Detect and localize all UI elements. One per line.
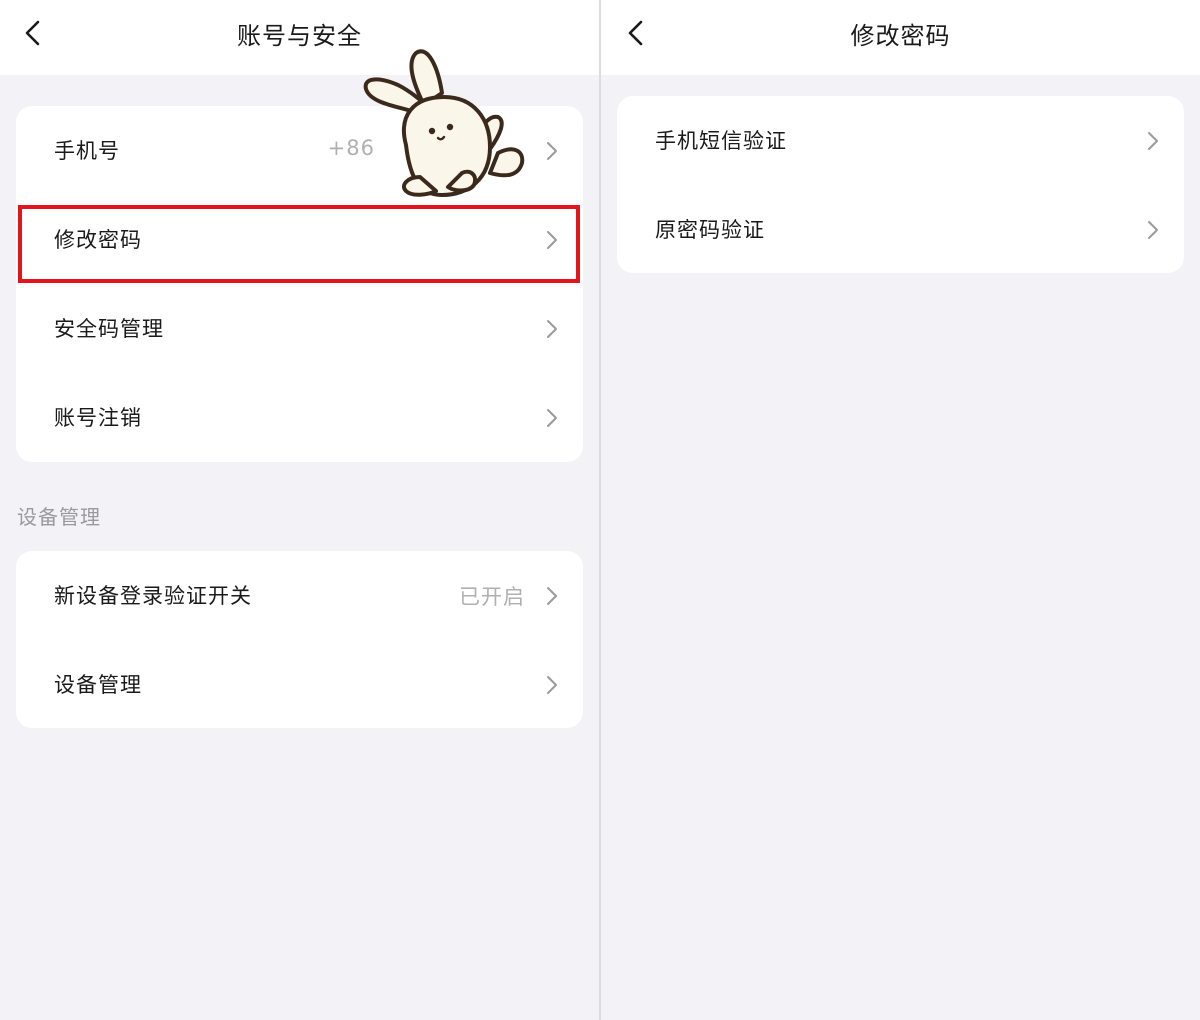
bunny-sticker-icon xyxy=(363,49,525,197)
row-label: 手机短信验证 xyxy=(655,129,787,153)
chevron-right-icon xyxy=(547,676,557,694)
chevron-right-icon xyxy=(547,320,557,338)
row-change-password[interactable]: 修改密码 xyxy=(16,195,583,284)
device-settings-card: 新设备登录验证开关 已开启 设备管理 xyxy=(16,551,583,728)
account-security-screen: 账号与安全 手机号 +86 修改密码 安全码管理 账号注销 设备管理 新设备登录… xyxy=(0,0,599,1020)
row-new-device-verification[interactable]: 新设备登录验证开关 已开启 xyxy=(16,551,583,640)
status-value: 已开启 xyxy=(459,585,525,609)
section-header-devices: 设备管理 xyxy=(17,505,101,529)
chevron-right-icon xyxy=(547,587,557,605)
row-account-deletion[interactable]: 账号注销 xyxy=(16,373,583,462)
change-password-screen: 修改密码 手机短信验证 原密码验证 xyxy=(601,0,1200,1020)
row-label: 账号注销 xyxy=(54,406,142,430)
row-label: 新设备登录验证开关 xyxy=(54,584,252,608)
row-label: 手机号 xyxy=(54,139,120,163)
chevron-right-icon xyxy=(547,142,557,160)
chevron-right-icon xyxy=(1148,132,1158,150)
chevron-right-icon xyxy=(1148,221,1158,239)
row-sms-verification[interactable]: 手机短信验证 xyxy=(617,96,1184,185)
chevron-right-icon xyxy=(547,409,557,427)
row-label: 修改密码 xyxy=(54,228,142,252)
nav-bar: 修改密码 xyxy=(601,0,1200,75)
row-label: 安全码管理 xyxy=(54,317,164,341)
row-device-management[interactable]: 设备管理 xyxy=(16,640,583,729)
row-label: 设备管理 xyxy=(54,673,142,697)
row-label: 原密码验证 xyxy=(655,218,765,242)
chevron-right-icon xyxy=(547,231,557,249)
verification-methods-card: 手机短信验证 原密码验证 xyxy=(617,96,1184,273)
row-old-password-verification[interactable]: 原密码验证 xyxy=(617,185,1184,274)
row-security-code[interactable]: 安全码管理 xyxy=(16,284,583,373)
page-title: 修改密码 xyxy=(850,22,951,50)
